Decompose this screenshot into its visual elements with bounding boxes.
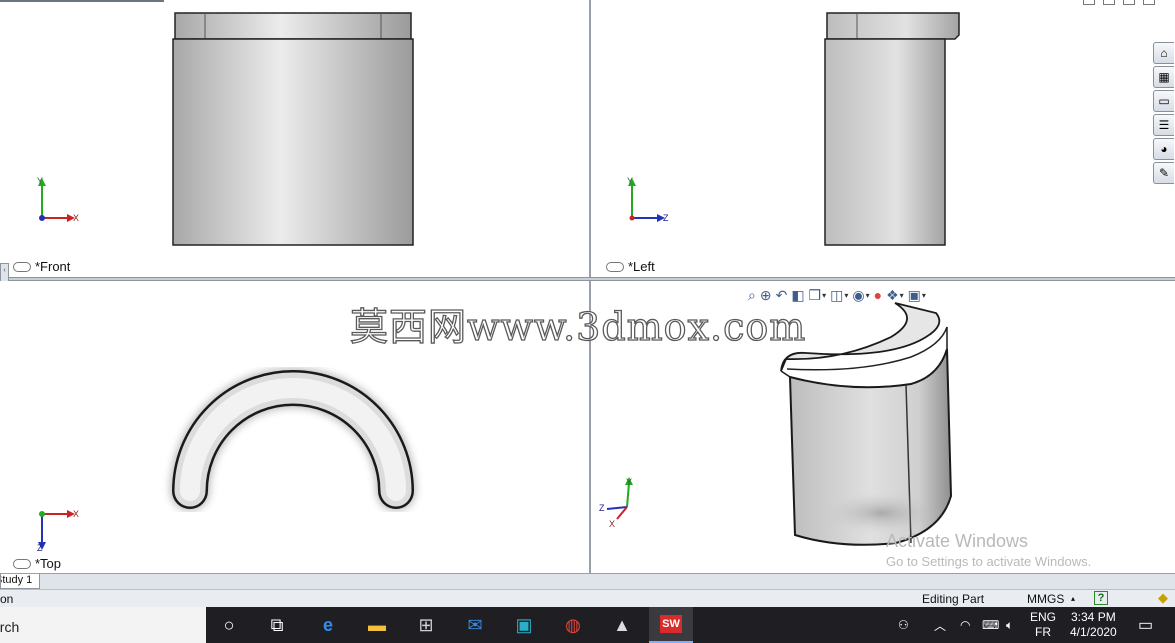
task-view-icon[interactable]: ⧉: [255, 607, 299, 643]
left-view-label-text: *Left: [628, 259, 655, 274]
notes-icon[interactable]: ✎: [1153, 162, 1174, 184]
left-view-label[interactable]: *Left: [606, 259, 655, 274]
units-dropdown-icon[interactable]: ▴: [1071, 594, 1075, 603]
left-axis-y: Y: [627, 176, 634, 186]
document-tab-bar: Study 1: [0, 573, 1175, 589]
left-axis-z: Z: [663, 213, 669, 223]
taskbar-search-text: arch: [0, 619, 20, 635]
display-style-icon[interactable]: ◫: [830, 287, 843, 303]
left-rim: [826, 12, 960, 40]
clock-time: 3:34 PM: [1071, 610, 1116, 624]
edit-appearance-icon[interactable]: ●: [874, 287, 882, 303]
front-body: [172, 38, 414, 246]
chrome-icon[interactable]: ◍: [551, 607, 595, 643]
region-code: FR: [1035, 625, 1051, 639]
store-icon[interactable]: ⊞: [404, 607, 448, 643]
minimize-icon[interactable]: [1083, 0, 1095, 5]
front-axis-x: X: [73, 213, 80, 223]
taskbar-search[interactable]: arch: [0, 607, 206, 643]
front-rim: [174, 12, 412, 40]
left-body: [824, 38, 946, 246]
top-axis-x: X: [73, 509, 80, 519]
tile-icon[interactable]: [1103, 0, 1115, 5]
top-view-label-text: *Top: [35, 556, 62, 571]
left-viewport[interactable]: Y Z *Left ⌂ ▦ ▭ ☰ ◕ ✎: [591, 0, 1175, 277]
home-icon[interactable]: ⌂: [1153, 42, 1174, 64]
properties-icon[interactable]: ☰: [1153, 114, 1174, 136]
language-code: ENG: [1030, 610, 1057, 624]
clock[interactable]: 3:34 PM 4/1/2020: [1070, 607, 1117, 643]
top-view-label[interactable]: *Top: [13, 556, 61, 571]
left-triad: [628, 178, 665, 222]
language-indicator[interactable]: ENG FR: [1030, 607, 1056, 643]
front-view-label[interactable]: *Front: [13, 259, 70, 274]
units-selector[interactable]: MMGS: [1027, 592, 1064, 606]
display-style-dropdown-icon[interactable]: ▾: [844, 291, 848, 300]
solidworks-icon: SW: [660, 615, 682, 633]
folder-icon[interactable]: ▭: [1153, 90, 1174, 112]
top-arc-fill: [174, 372, 412, 507]
network-icon[interactable]: ◠: [960, 607, 970, 643]
scenes-icon[interactable]: ❖: [886, 287, 899, 303]
link-views-icon: [606, 261, 624, 272]
tag-icon[interactable]: ◆: [1158, 590, 1168, 606]
edge-icon[interactable]: e: [306, 607, 350, 643]
hide-show-dropdown-icon[interactable]: ▾: [866, 291, 870, 300]
volume-icon[interactable]: 🔈︎: [1006, 607, 1013, 643]
iso-axis-y: Y: [626, 477, 633, 487]
link-views-icon: [13, 558, 31, 569]
iso-axis-x: X: [609, 519, 616, 529]
activate-windows-notice: Activate Windows Go to Settings to activ…: [886, 531, 1091, 569]
status-message: on: [0, 592, 14, 606]
activate-title: Activate Windows: [886, 531, 1029, 551]
remote-desktop-icon[interactable]: ▣: [502, 607, 546, 643]
keyboard-icon[interactable]: ⌨: [982, 607, 999, 643]
notifications-icon[interactable]: ▭: [1138, 607, 1153, 643]
front-viewport[interactable]: Y X *Front: [0, 0, 591, 277]
status-mode: Editing Part: [922, 592, 985, 606]
view-settings-icon[interactable]: ▣: [908, 287, 921, 303]
front-view-canvas: [38, 12, 414, 246]
left-view-canvas: [628, 12, 960, 246]
front-view-label-text: *Front: [35, 259, 71, 274]
task-pane-tabs[interactable]: ⌂ ▦ ▭ ☰ ◕ ✎: [1153, 42, 1175, 184]
activate-subtitle: Go to Settings to activate Windows.: [886, 554, 1092, 569]
mail-icon[interactable]: ✉: [453, 607, 497, 643]
front-triad: [38, 178, 75, 222]
hide-show-icon[interactable]: ◉: [852, 287, 864, 303]
file-explorer-icon[interactable]: ▬: [355, 607, 399, 643]
cortana-icon[interactable]: ○: [207, 607, 251, 643]
view-orientation-dropdown-icon[interactable]: ▾: [822, 291, 826, 300]
top-axis-z: Z: [37, 543, 43, 553]
viewport-window-controls[interactable]: [1083, 0, 1155, 5]
tab-study[interactable]: Study 1: [0, 574, 40, 589]
people-icon[interactable]: ⚇: [898, 607, 909, 643]
iso-axis-z: Z: [599, 503, 605, 513]
restore-icon[interactable]: [1123, 0, 1135, 5]
tab-study-label: Study 1: [1, 574, 33, 586]
appearance-icon[interactable]: ◕: [1153, 138, 1174, 160]
scenes-dropdown-icon[interactable]: ▾: [900, 291, 904, 300]
clock-date: 4/1/2020: [1070, 625, 1117, 639]
link-views-icon: [13, 261, 31, 272]
top-triad: [38, 510, 75, 550]
watermark-text: 莫西网www.3dmox.com: [349, 304, 807, 349]
status-bar: on Editing Part MMGS ▴ ? ◆: [0, 589, 1175, 607]
front-axis-y: Y: [37, 176, 44, 186]
close-icon[interactable]: [1143, 0, 1155, 5]
view-orientation-icon[interactable]: ❒: [809, 287, 822, 303]
help-icon[interactable]: ?: [1094, 591, 1108, 605]
tray-expand-icon[interactable]: ︿: [934, 607, 946, 643]
parts-icon[interactable]: ▦: [1153, 66, 1174, 88]
photos-icon[interactable]: ▲: [600, 607, 644, 643]
view-settings-dropdown-icon[interactable]: ▾: [922, 291, 926, 300]
solidworks-taskbar-button[interactable]: SW: [649, 607, 693, 643]
windows-taskbar: arch ○ ⧉ e ▬ ⊞ ✉ ▣ ◍ ▲ SW ⚇ ︿ ◠ ⌨ 🔈︎ ENG…: [0, 607, 1175, 643]
